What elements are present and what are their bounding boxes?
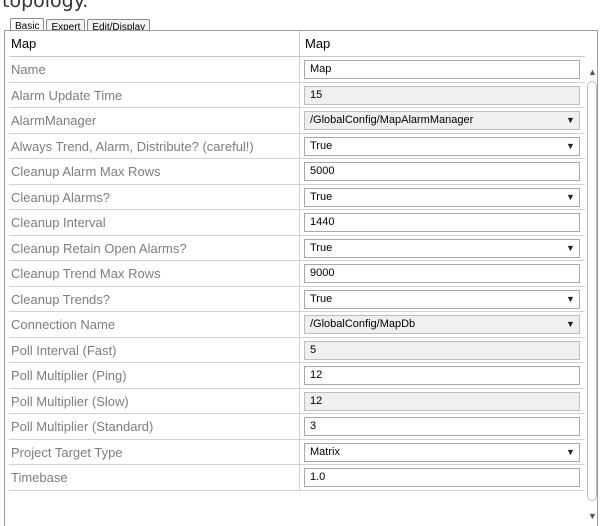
scrollbar-thumb[interactable] [587, 81, 597, 501]
chevron-down-icon[interactable]: ▼ [562, 112, 579, 129]
property-name: Cleanup Interval [11, 215, 106, 230]
table-row: Project Target Type Matrix ▼ [9, 439, 585, 465]
property-name: Cleanup Retain Open Alarms? [11, 240, 187, 256]
table-row: Alarm Update Time 15 [9, 82, 585, 108]
table-row: Poll Multiplier (Ping) 12 [9, 363, 585, 389]
property-value-text: 12 [310, 369, 323, 381]
property-value-readonly: 15 [304, 85, 580, 105]
property-value-input[interactable]: 1440 [304, 213, 580, 232]
property-value-readonly: 12 [304, 391, 580, 411]
property-name: AlarmManager [11, 113, 97, 128]
property-value-input[interactable]: 3 [304, 417, 580, 436]
property-name: Cleanup Alarms? [11, 189, 110, 205]
property-value-select[interactable]: True ▼ [304, 289, 580, 309]
property-name: Poll Interval (Fast) [11, 342, 117, 358]
property-value-text: 1.0 [310, 471, 326, 483]
property-value-input[interactable]: Map [304, 60, 580, 79]
property-name: Alarm Update Time [11, 87, 123, 103]
property-value-text: 5000 [310, 165, 335, 177]
property-value-input[interactable]: 12 [304, 366, 580, 385]
table-row: Cleanup Alarms? True ▼ [9, 184, 585, 210]
chevron-down-icon[interactable]: ▼ [562, 138, 579, 155]
property-value-text: /GlobalConfig/MapDb [310, 318, 416, 330]
property-value-select[interactable]: /GlobalConfig/MapAlarmManager ▼ [304, 111, 580, 130]
table-row: Timebase 1.0 [9, 465, 585, 491]
property-value-text: True [310, 241, 333, 254]
table-row: Poll Multiplier (Standard) 3 [9, 414, 585, 440]
table-row: Always Trend, Alarm, Distribute? (carefu… [9, 133, 585, 159]
property-name: Timebase [11, 470, 68, 485]
grid-header: Map Map [9, 31, 585, 57]
property-name: Poll Multiplier (Standard) [11, 419, 154, 434]
page-caption: topology. [2, 0, 89, 12]
scroll-up-icon[interactable]: ▲ [587, 65, 597, 79]
property-value-select[interactable]: /GlobalConfig/MapDb ▼ [304, 315, 580, 334]
header-value-column: Map [305, 36, 331, 51]
table-row: Cleanup Trends? True ▼ [9, 286, 585, 312]
property-value-text: Map [310, 63, 332, 75]
property-value-text: 9000 [310, 267, 335, 279]
table-row: Poll Multiplier (Slow) 12 [9, 388, 585, 414]
table-row: Cleanup Alarm Max Rows 5000 [9, 159, 585, 185]
property-name: Cleanup Trend Max Rows [11, 266, 161, 281]
property-value-text: True [310, 292, 333, 305]
chevron-down-icon[interactable]: ▼ [562, 316, 579, 333]
property-name: Poll Multiplier (Ping) [11, 368, 127, 383]
property-value-select[interactable]: True ▼ [304, 238, 580, 258]
property-value-select[interactable]: True ▼ [304, 136, 580, 156]
property-value-text: 1440 [310, 216, 335, 228]
scroll-down-icon[interactable]: ▼ [587, 509, 597, 523]
property-name: Cleanup Alarm Max Rows [11, 164, 161, 179]
vertical-scrollbar[interactable]: ▲ ▼ [587, 57, 597, 526]
property-value-input[interactable]: 9000 [304, 264, 580, 283]
chevron-down-icon[interactable]: ▼ [562, 291, 579, 308]
property-name: Project Target Type [11, 444, 123, 460]
property-value-readonly: 5 [304, 340, 580, 360]
property-name: Connection Name [11, 317, 116, 332]
property-name: Name [11, 62, 46, 77]
property-value-text: True [310, 139, 333, 152]
property-name: Always Trend, Alarm, Distribute? (carefu… [11, 138, 254, 154]
property-value-text: 15 [310, 88, 323, 101]
property-value-text: 12 [310, 394, 323, 407]
property-value-input[interactable]: 1.0 [304, 468, 580, 487]
property-value-input[interactable]: 5000 [304, 162, 580, 181]
property-value-text: /GlobalConfig/MapAlarmManager [310, 114, 474, 126]
property-value-select[interactable]: Matrix ▼ [304, 442, 580, 462]
table-row: Cleanup Interval 1440 [9, 210, 585, 236]
property-value-select[interactable]: True ▼ [304, 187, 580, 207]
header-name-column: Map [11, 36, 37, 51]
table-row: Poll Interval (Fast) 5 [9, 337, 585, 363]
property-value-text: Matrix [310, 445, 340, 458]
chevron-down-icon[interactable]: ▼ [562, 444, 579, 461]
table-row: Cleanup Trend Max Rows 9000 [9, 261, 585, 287]
property-value-text: 3 [310, 420, 317, 432]
table-row: Name Map [9, 57, 585, 83]
property-value-text: True [310, 190, 333, 203]
property-rows: Name Map Alarm Update Time 15 AlarmManager/G… [9, 57, 585, 491]
chevron-down-icon[interactable]: ▼ [562, 189, 579, 206]
table-row: AlarmManager/GlobalConfig/MapAlarmManage… [9, 108, 585, 134]
property-value-text: 5 [310, 343, 317, 356]
chevron-down-icon[interactable]: ▼ [562, 240, 579, 257]
property-name: Poll Multiplier (Slow) [11, 393, 129, 409]
property-name: Cleanup Trends? [11, 291, 111, 307]
property-grid: Map Map Name Map Alarm Update Time 15 AlarmM… [4, 30, 598, 526]
table-row: Connection Name/GlobalConfig/MapDb ▼ [9, 312, 585, 338]
table-row: Cleanup Retain Open Alarms? True ▼ [9, 235, 585, 261]
